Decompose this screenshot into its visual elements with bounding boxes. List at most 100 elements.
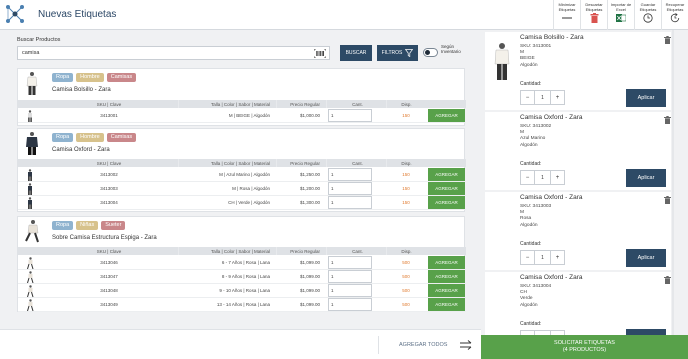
quantity-value[interactable]: 1 <box>535 171 550 184</box>
restore-labels-button[interactable]: Recuperar Etiquetas <box>661 0 688 30</box>
col-sku: SKU | Clave <box>96 101 122 107</box>
transfer-arrows-icon[interactable] <box>460 340 472 350</box>
product-name: Camisa Oxford - Zara <box>52 147 110 153</box>
cart-item-sku: SKU: 3413003 <box>520 204 552 209</box>
variant-attributes: M | BEIGE | Algodón <box>228 113 270 118</box>
add-button[interactable]: AGREGAR <box>428 298 465 311</box>
variant-attributes: 9 - 10 Años | Rosa | Lana <box>219 288 270 293</box>
trash-icon[interactable] <box>664 116 671 124</box>
cart-item-title: Camisa Oxford - Zara <box>520 194 583 201</box>
trash-icon[interactable] <box>664 276 671 284</box>
variant-price: $1,099.00 <box>299 288 320 293</box>
add-button[interactable]: AGREGAR <box>428 284 465 297</box>
import-excel-button[interactable]: Importar de Excel <box>607 0 634 30</box>
variant-price: $1,099.00 <box>299 260 320 265</box>
product-tags: Ropa Hombre Camisas <box>52 133 137 142</box>
variant-availability: 500 <box>402 288 410 293</box>
table-row: 3413003 M | Rosa | Algodón $1,200.00 1 1… <box>18 182 466 196</box>
variant-qty-cell: 1 <box>326 182 386 195</box>
page-title: Nuevas Etiquetas <box>38 9 117 20</box>
variants-table-header: SKU | Clave Talla | Color | Sabor | Mate… <box>18 159 466 167</box>
search-footer: AGREGAR TODOS <box>0 329 481 359</box>
quantity-input[interactable]: 1 <box>328 298 372 311</box>
table-row: 3413049 13 - 14 Años | Rosa | Lana $1,09… <box>18 298 466 312</box>
add-all-button[interactable]: AGREGAR TODOS <box>399 342 447 348</box>
filters-button[interactable]: FILTROS <box>377 45 418 61</box>
quantity-value[interactable]: 1 <box>535 91 550 104</box>
add-button[interactable]: AGREGAR <box>428 168 465 181</box>
discard-labels-button[interactable]: Descartar Etiquetas <box>580 0 607 30</box>
decrement-button[interactable]: − <box>521 251 535 264</box>
tool-label: Descartar Etiquetas <box>585 2 603 12</box>
add-button[interactable]: AGREGAR <box>428 196 465 209</box>
tag-badge: Sueter <box>101 221 126 230</box>
request-labels-button[interactable]: SOLICITAR ETIQUETAS (4 PRODUCTOS) <box>481 335 688 359</box>
filter-icon <box>405 49 414 57</box>
decrement-button[interactable]: − <box>521 171 535 184</box>
quantity-input[interactable]: 1 <box>328 109 372 122</box>
trash-icon[interactable] <box>664 196 671 204</box>
decrement-button[interactable]: − <box>521 91 535 104</box>
table-row: 3413004 CH | Verde | Algodón $1,300.00 1… <box>18 196 466 210</box>
add-button[interactable]: AGREGAR <box>428 256 465 269</box>
quantity-stepper: − 1 + <box>520 250 565 265</box>
variant-attributes: M | Rosa | Algodón <box>232 186 270 191</box>
col-talla: Talla | Color | Sabor | Material <box>178 100 276 108</box>
quantity-label: Cantidad: <box>520 81 542 87</box>
quantity-label: Cantidad: <box>520 321 542 327</box>
product-card: Ropa Niñas Sueter Sobre Camisa Estructur… <box>17 216 466 312</box>
app-logo-icon <box>6 5 24 23</box>
apply-button[interactable]: Aplicar <box>626 249 666 267</box>
col-sku: SKU | Clave <box>96 248 122 254</box>
tool-label: Recuperar Etiquetas <box>665 2 685 12</box>
col-talla: Talla | Color | Sabor | Material <box>178 247 276 255</box>
table-row: 3413048 9 - 10 Años | Rosa | Lana $1,099… <box>18 284 466 298</box>
tag-badge: Camisas <box>106 73 137 82</box>
search-input[interactable]: camisa <box>17 46 330 60</box>
product-thumbnail <box>25 220 39 243</box>
product-tags: Ropa Niñas Sueter <box>52 221 126 230</box>
add-button[interactable]: AGREGAR <box>428 182 465 195</box>
request-labels-label: SOLICITAR ETIQUETAS <box>554 340 615 346</box>
increment-button[interactable]: + <box>550 171 564 184</box>
col-disp: Disp. <box>386 159 426 167</box>
trash-icon[interactable] <box>664 36 671 44</box>
tag-badge: Ropa <box>52 221 74 230</box>
product-thumbnail <box>26 132 38 155</box>
table-row: 3413001 M | BEIGE | Algodón $1,000.00 1 … <box>18 109 466 123</box>
variant-attributes: M | Azul Marino | Algodón <box>219 172 270 177</box>
barcode-scan-icon[interactable] <box>314 49 326 58</box>
variant-action: AGREGAR <box>428 270 466 283</box>
quantity-input[interactable]: 1 <box>328 196 372 209</box>
labels-cart-panel: Camisa Bolsillo - Zara SKU: 3413001 M BE… <box>481 30 688 335</box>
quantity-input[interactable]: 1 <box>328 256 372 269</box>
add-button[interactable]: AGREGAR <box>428 270 465 283</box>
quantity-input[interactable]: 1 <box>328 182 372 195</box>
increment-button[interactable]: + <box>550 91 564 104</box>
table-row: 3413002 M | Azul Marino | Algodón $1,250… <box>18 168 466 182</box>
table-row: 3413046 6 - 7 Años | Rosa | Lana $1,099.… <box>18 256 466 270</box>
variant-availability: 150 <box>402 186 410 191</box>
cart-scrollbar[interactable] <box>672 30 674 335</box>
cart-item-material: Algodón <box>520 302 538 308</box>
quantity-input[interactable]: 1 <box>328 284 372 297</box>
quantity-input[interactable]: 1 <box>328 168 372 181</box>
clock-icon <box>643 13 653 23</box>
variant-attributes: 13 - 14 Años | Rosa | Lana <box>216 302 270 307</box>
variant-sku: 3413003 <box>100 186 118 191</box>
increment-button[interactable]: + <box>550 251 564 264</box>
inventory-toggle-label: Según Inventario <box>441 44 461 54</box>
variant-attributes: 8 - 9 Años | Rosa | Lana <box>221 274 270 279</box>
apply-button[interactable]: Aplicar <box>626 169 666 187</box>
minimize-labels-button[interactable]: Minimizar Etiquetas <box>553 0 580 30</box>
quantity-input[interactable]: 1 <box>328 270 372 283</box>
quantity-value[interactable]: 1 <box>535 251 550 264</box>
variant-availability: 150 <box>402 172 410 177</box>
col-precio: Precio Regular <box>276 247 326 255</box>
add-button[interactable]: AGREGAR <box>428 109 465 122</box>
search-button[interactable]: BUSCAR <box>340 45 372 61</box>
variant-thumbnail <box>20 168 40 181</box>
apply-button[interactable]: Aplicar <box>626 89 666 107</box>
save-labels-button[interactable]: Guardar Etiquetas <box>634 0 661 30</box>
inventory-toggle[interactable] <box>423 48 438 57</box>
